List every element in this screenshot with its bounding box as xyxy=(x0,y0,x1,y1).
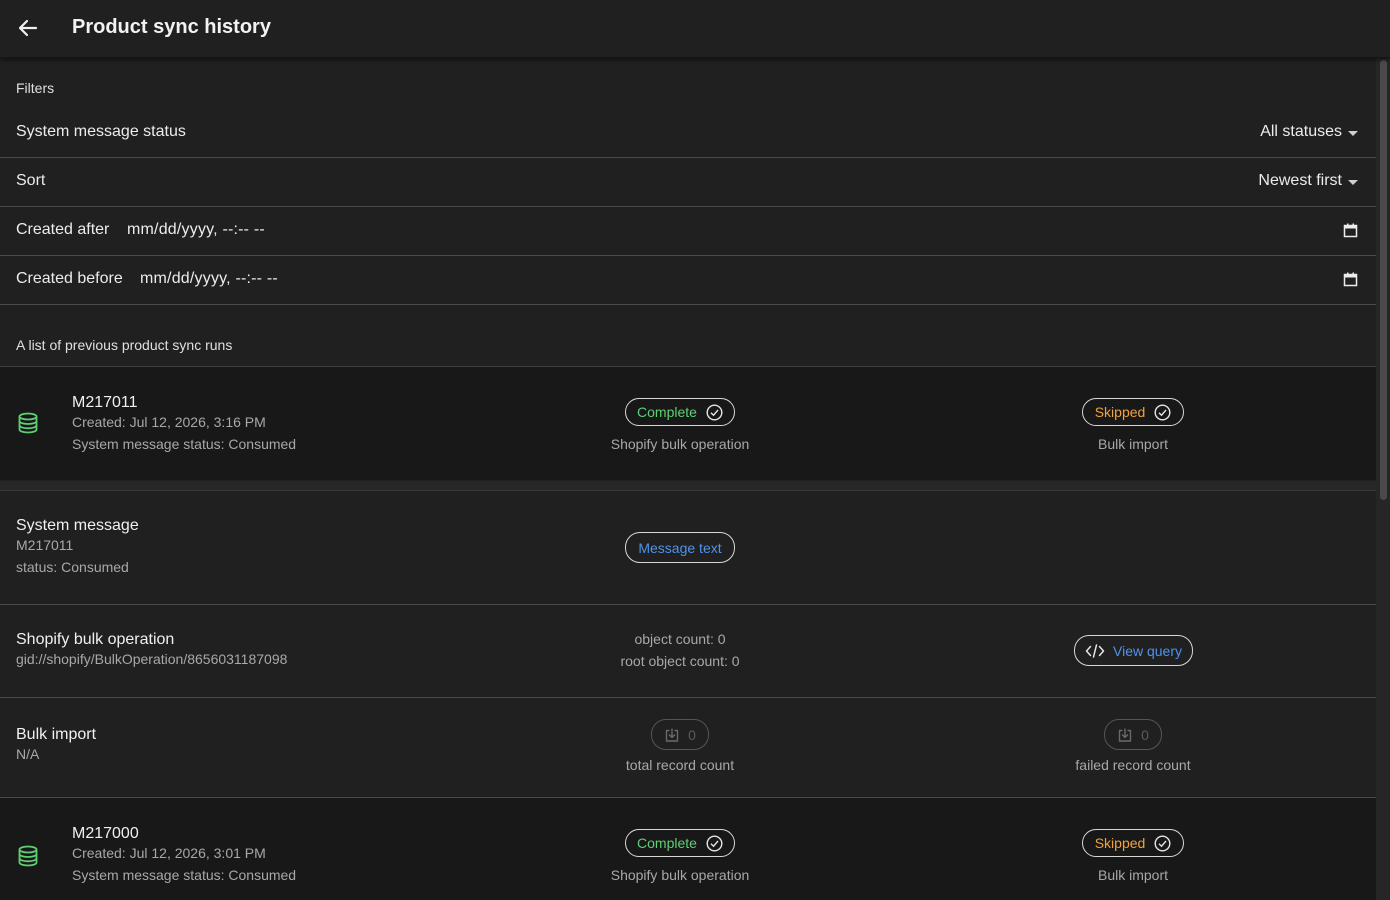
bulk-import-title: Bulk import xyxy=(16,726,97,743)
bulk-import-value: N/A xyxy=(16,746,40,762)
run-row[interactable]: M217000 Created: Jul 12, 2026, 3:01 PM S… xyxy=(0,798,1376,900)
run-row[interactable]: M217011 Created: Jul 12, 2026, 3:16 PM S… xyxy=(0,367,1376,480)
arrow-back-icon xyxy=(18,19,38,37)
total-record-count: 0 xyxy=(688,726,696,743)
download-icon xyxy=(665,728,679,742)
run-status: System message status: Consumed xyxy=(72,867,297,883)
op-label: Shopify bulk operation xyxy=(610,436,750,452)
check-circle-icon xyxy=(1154,834,1171,852)
root-object-count: root object count: 0 xyxy=(620,653,740,669)
failed-record-count: 0 xyxy=(1141,726,1149,743)
system-message-title: System message xyxy=(16,517,139,534)
database-icon xyxy=(18,845,38,867)
run-id: M217000 xyxy=(72,825,139,842)
op-status-badge: Complete xyxy=(625,829,735,857)
back-button[interactable] xyxy=(12,12,44,44)
chevron-down-icon xyxy=(1348,130,1358,136)
import-status-badge: Skipped xyxy=(1082,829,1184,857)
chevron-down-icon xyxy=(1348,179,1358,185)
check-circle-icon xyxy=(1154,403,1171,421)
scrollbar-thumb[interactable] xyxy=(1380,60,1387,500)
download-icon xyxy=(1118,728,1132,742)
created-after-label: Created after xyxy=(16,221,110,238)
view-query-button[interactable]: View query xyxy=(1074,635,1193,666)
message-text-button-label: Message text xyxy=(638,539,722,556)
sort-select[interactable]: Newest first xyxy=(1258,172,1358,190)
vertical-scrollbar[interactable] xyxy=(1376,57,1390,900)
op-label: Shopify bulk operation xyxy=(610,867,750,883)
message-text-button[interactable]: Message text xyxy=(625,532,735,563)
created-before-label: Created before xyxy=(16,270,123,287)
check-circle-icon xyxy=(706,403,723,421)
bulk-operation-row: Shopify bulk operation gid://shopify/Bul… xyxy=(0,605,1376,698)
sort-label: Sort xyxy=(16,172,46,189)
page-title: Product sync history xyxy=(72,16,271,38)
system-message-id: M217011 xyxy=(16,537,74,553)
database-icon xyxy=(18,412,38,434)
run-created: Created: Jul 12, 2026, 3:01 PM xyxy=(72,845,266,861)
status-select[interactable]: All statuses xyxy=(1260,123,1358,141)
bulk-operation-title: Shopify bulk operation xyxy=(16,631,175,648)
run-status: System message status: Consumed xyxy=(72,436,297,452)
view-query-label: View query xyxy=(1113,642,1183,659)
op-status-text: Complete xyxy=(637,835,697,851)
failed-record-label: failed record count xyxy=(1075,757,1191,773)
op-status-text: Complete xyxy=(637,404,697,420)
code-icon xyxy=(1085,643,1105,658)
status-select-value: All statuses xyxy=(1260,123,1342,140)
app-header: Product sync history xyxy=(0,0,1390,58)
created-before-input[interactable]: mm/dd/yyyy, --:-- -- xyxy=(140,270,278,288)
total-record-count-chip: 0 xyxy=(651,719,709,750)
divider xyxy=(0,481,1376,491)
created-after-input[interactable]: mm/dd/yyyy, --:-- -- xyxy=(127,221,265,239)
list-caption: A list of previous product sync runs xyxy=(16,337,233,353)
status-filter-label: System message status xyxy=(16,123,186,140)
system-message-status: status: Consumed xyxy=(16,559,129,575)
status-filter-row: System message status All statuses xyxy=(0,109,1376,158)
import-status-text: Skipped xyxy=(1094,835,1146,851)
sort-row: Sort Newest first xyxy=(0,158,1376,207)
import-label: Bulk import xyxy=(1097,867,1169,883)
import-status-text: Skipped xyxy=(1094,404,1146,420)
bulk-import-row: Bulk import N/A 0 total record count 0 f… xyxy=(0,698,1376,798)
import-label: Bulk import xyxy=(1097,436,1169,452)
filters-caption: Filters xyxy=(16,80,55,96)
system-message-row: System message M217011 status: Consumed … xyxy=(0,491,1376,605)
check-circle-icon xyxy=(706,834,723,852)
calendar-icon[interactable] xyxy=(1343,223,1358,238)
object-count: object count: 0 xyxy=(634,631,726,647)
created-after-row: Created after mm/dd/yyyy, --:-- -- xyxy=(0,207,1376,256)
import-status-badge: Skipped xyxy=(1082,398,1184,426)
run-id: M217011 xyxy=(72,394,138,411)
sort-select-value: Newest first xyxy=(1258,172,1342,189)
bulk-operation-gid: gid://shopify/BulkOperation/865603118709… xyxy=(16,651,288,667)
op-status-badge: Complete xyxy=(625,398,735,426)
created-before-row: Created before mm/dd/yyyy, --:-- -- xyxy=(0,256,1376,305)
calendar-icon[interactable] xyxy=(1343,272,1358,287)
main-content: Filters System message status All status… xyxy=(0,57,1376,900)
total-record-label: total record count xyxy=(625,757,735,773)
failed-record-count-chip: 0 xyxy=(1104,719,1162,750)
run-created: Created: Jul 12, 2026, 3:16 PM xyxy=(72,414,266,430)
